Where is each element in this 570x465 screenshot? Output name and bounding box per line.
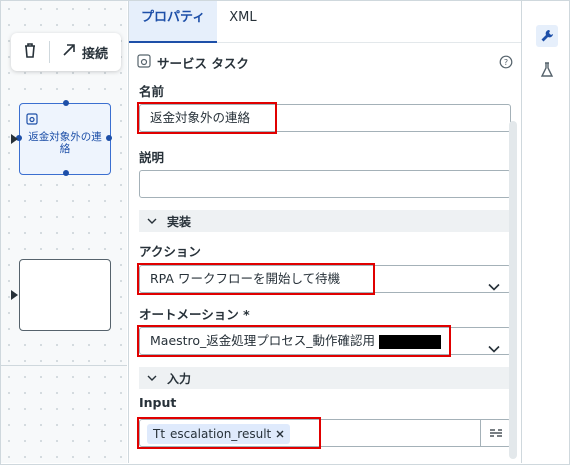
toolbar-divider bbox=[49, 41, 50, 63]
variable-picker-icon[interactable] bbox=[480, 420, 510, 446]
properties-panel: プロパティ XML サービス タスク ? 名前 返金対象外の連絡 説明 実装 ア… bbox=[128, 1, 521, 463]
canvas-toolbar: 接続 bbox=[11, 33, 121, 71]
input-label: Input bbox=[139, 395, 177, 410]
chevron-down-icon bbox=[488, 274, 500, 300]
connect-label: 接続 bbox=[82, 46, 109, 62]
redaction-bar bbox=[379, 334, 442, 349]
chevron-down-icon bbox=[488, 336, 500, 362]
chip-value: escalation_result bbox=[170, 427, 272, 441]
node-handle-top[interactable] bbox=[63, 100, 69, 106]
service-task-node[interactable]: 返金対象外の連絡 bbox=[16, 100, 112, 176]
process-canvas[interactable]: 接続 返金対象外の連絡 bbox=[1, 1, 127, 463]
panel-title: サービス タスク bbox=[157, 55, 249, 71]
connect-button[interactable]: 接続 bbox=[62, 43, 108, 62]
variable-chip[interactable]: Tt escalation_result bbox=[147, 424, 291, 444]
automation-select[interactable]: Maestro_返金処理プロセス_動作確認用 bbox=[139, 327, 511, 355]
chevron-down-icon bbox=[147, 371, 157, 385]
description-input[interactable] bbox=[139, 170, 511, 198]
wrench-icon[interactable] bbox=[536, 25, 558, 47]
panel-header: サービス タスク ? bbox=[129, 51, 521, 73]
help-icon[interactable]: ? bbox=[499, 54, 513, 73]
section-implementation[interactable]: 実装 bbox=[139, 210, 511, 232]
name-value: 返金対象外の連絡 bbox=[150, 110, 251, 125]
edge-arrowhead bbox=[11, 290, 18, 300]
panel-tabs: プロパティ XML bbox=[129, 1, 521, 43]
close-icon[interactable] bbox=[276, 424, 284, 444]
node-label: 返金対象外の連絡 bbox=[28, 131, 102, 155]
tab-properties[interactable]: プロパティ bbox=[129, 1, 218, 43]
name-input[interactable]: 返金対象外の連絡 bbox=[139, 104, 511, 132]
trash-icon[interactable] bbox=[23, 42, 37, 62]
panel-scrollbar[interactable] bbox=[509, 121, 517, 459]
section-input[interactable]: 入力 bbox=[139, 367, 511, 389]
action-label: アクション bbox=[139, 244, 201, 259]
automation-label: オートメーション * bbox=[139, 307, 250, 322]
input-field[interactable]: Tt escalation_result bbox=[139, 419, 511, 447]
section-implementation-label: 実装 bbox=[167, 214, 192, 229]
section-input-label: 入力 bbox=[167, 371, 192, 386]
automation-value: Maestro_返金処理プロセス_動作確認用 bbox=[150, 333, 376, 348]
service-task-icon bbox=[26, 110, 38, 129]
action-value: RPA ワークフローを開始して待機 bbox=[150, 271, 341, 286]
action-select[interactable]: RPA ワークフローを開始して待機 bbox=[139, 265, 511, 293]
edge-arrowhead bbox=[11, 134, 18, 144]
node-handle-right[interactable] bbox=[106, 135, 112, 141]
node-handle-bottom[interactable] bbox=[63, 170, 69, 176]
chevron-down-icon bbox=[147, 214, 157, 228]
flask-icon[interactable] bbox=[536, 59, 558, 81]
description-label: 説明 bbox=[139, 150, 165, 165]
text-type-icon: Tt bbox=[153, 427, 166, 441]
name-label: 名前 bbox=[139, 84, 165, 99]
arrow-connect-icon bbox=[62, 43, 76, 61]
pool-divider bbox=[1, 365, 127, 366]
right-rail bbox=[521, 1, 569, 463]
tab-xml[interactable]: XML bbox=[217, 1, 268, 43]
service-task-icon bbox=[137, 53, 151, 72]
task-node[interactable] bbox=[19, 259, 111, 331]
svg-text:?: ? bbox=[504, 58, 508, 67]
